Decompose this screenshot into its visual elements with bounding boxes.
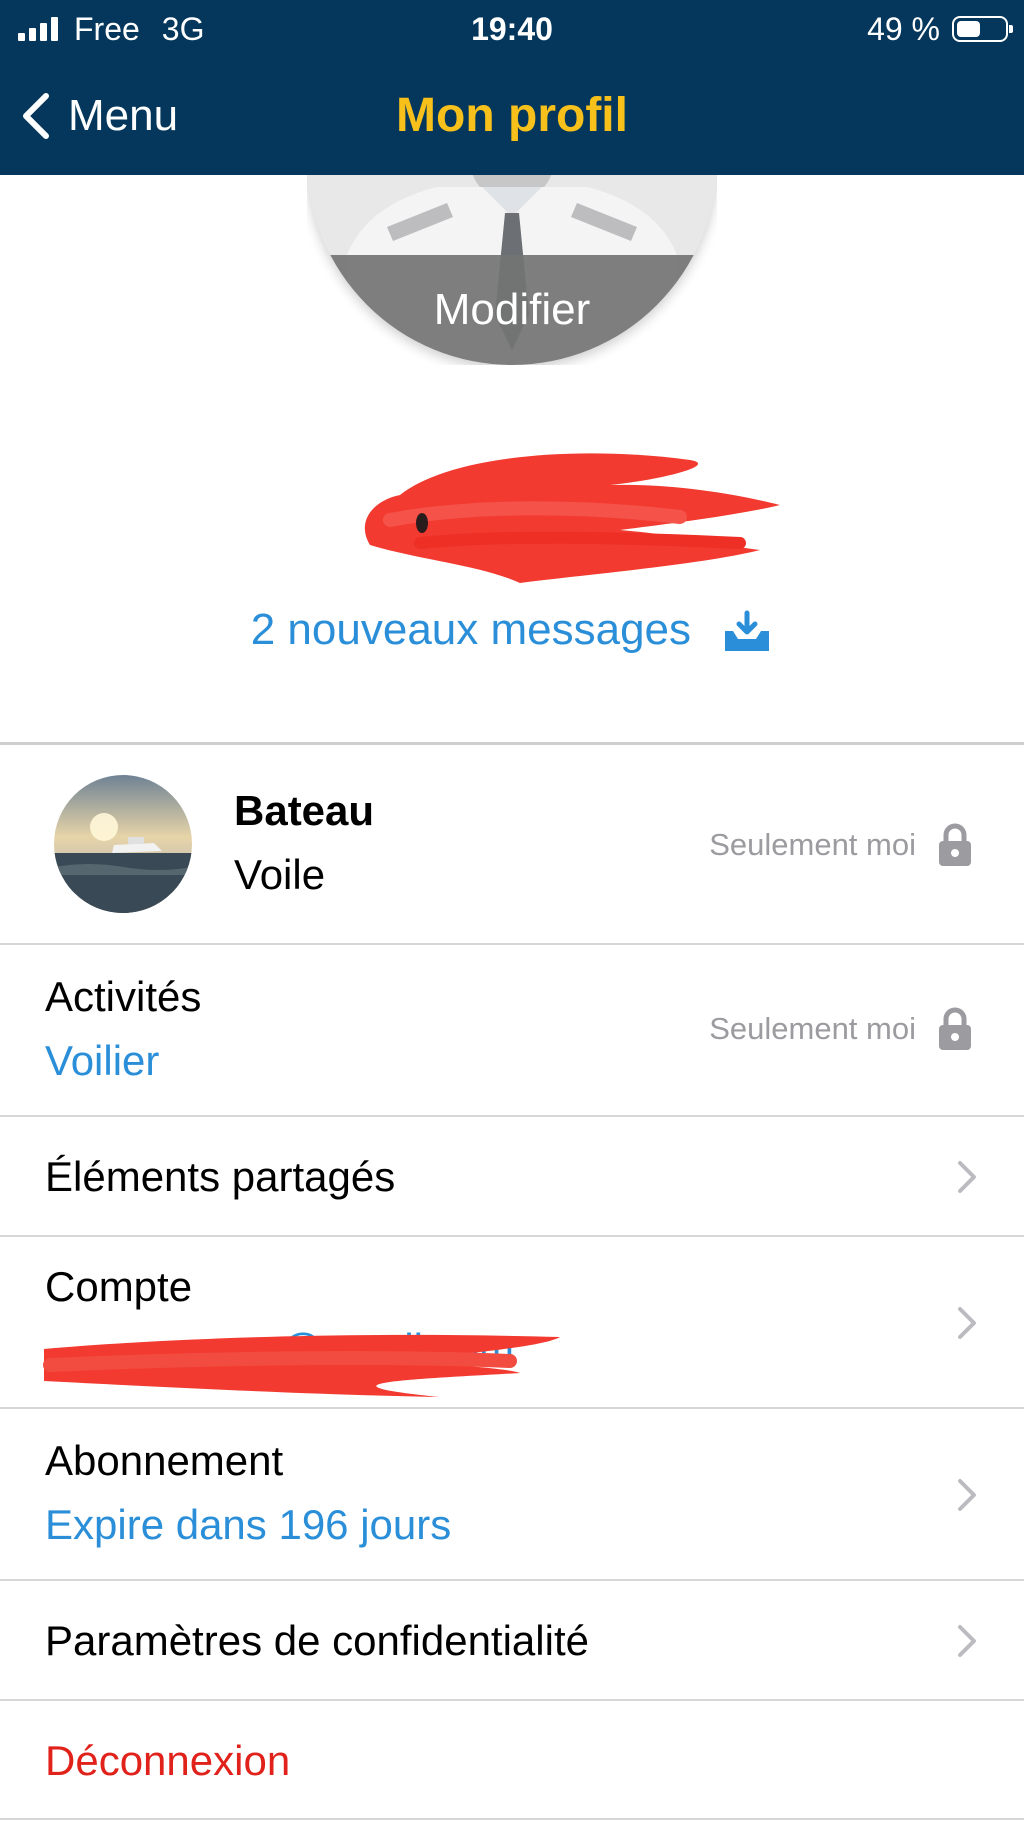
boat-visibility: Seulement moi xyxy=(709,823,972,867)
battery-fill xyxy=(957,21,980,37)
chevron-right-icon xyxy=(958,1161,976,1193)
new-messages-link[interactable]: 2 nouveaux messages xyxy=(0,600,1024,660)
chevron-right-icon xyxy=(958,1625,976,1657)
subscription-expiry: Expire dans 196 jours xyxy=(45,1501,452,1548)
activities-value: Voilier xyxy=(45,1037,160,1084)
activities-visibility: Seulement moi xyxy=(709,1007,972,1051)
boat-visibility-label: Seulement moi xyxy=(709,827,916,862)
account-row[interactable]: Compte @gmail.com xyxy=(0,1235,1024,1407)
logout-row[interactable]: Déconnexion xyxy=(0,1699,1024,1820)
subscription-label: Abonnement xyxy=(45,1437,284,1484)
privacy-settings-row[interactable]: Paramètres de confidentialité xyxy=(0,1579,1024,1699)
shared-items-label: Éléments partagés xyxy=(45,1153,396,1200)
status-bar: Free 3G 19:40 49 % xyxy=(0,0,1024,58)
activities-row[interactable]: Activités Voilier Seulement moi xyxy=(0,943,1024,1115)
battery-percent: 49 % xyxy=(867,10,940,47)
boat-row[interactable]: Bateau Voile Seulement moi xyxy=(0,742,1024,943)
edit-photo-label: Modifier xyxy=(433,285,591,334)
navigation-bar: Menu Mon profil xyxy=(0,58,1024,175)
redacted-name-scribble xyxy=(364,453,780,583)
activities-label: Activités xyxy=(45,973,202,1020)
chevron-right-icon xyxy=(958,1307,976,1339)
subscription-row[interactable]: Abonnement Expire dans 196 jours xyxy=(0,1407,1024,1579)
privacy-settings-label: Paramètres de confidentialité xyxy=(45,1617,589,1664)
activities-visibility-label: Seulement moi xyxy=(709,1011,916,1046)
chevron-right-icon xyxy=(958,1479,976,1511)
boat-photo xyxy=(54,775,192,913)
lock-icon xyxy=(939,823,971,866)
boat-name: Bateau xyxy=(234,787,375,834)
inbox-download-icon xyxy=(725,610,770,652)
profile-settings-list: Bateau Voile Seulement moi Activités Voi… xyxy=(0,742,1024,1820)
lock-icon xyxy=(939,1007,971,1050)
shared-items-row[interactable]: Éléments partagés xyxy=(0,1115,1024,1235)
battery-icon xyxy=(952,16,1013,42)
page-title: Mon profil xyxy=(396,89,628,142)
boat-type: Voile xyxy=(234,851,326,898)
redacted-email-scribble xyxy=(43,1334,560,1397)
status-right: 49 % xyxy=(867,10,1013,48)
new-messages-label: 2 nouveaux messages xyxy=(250,605,692,654)
logout-button[interactable]: Déconnexion xyxy=(45,1737,290,1785)
account-label: Compte xyxy=(45,1263,193,1310)
profile-avatar[interactable]: Modifier xyxy=(307,175,717,365)
